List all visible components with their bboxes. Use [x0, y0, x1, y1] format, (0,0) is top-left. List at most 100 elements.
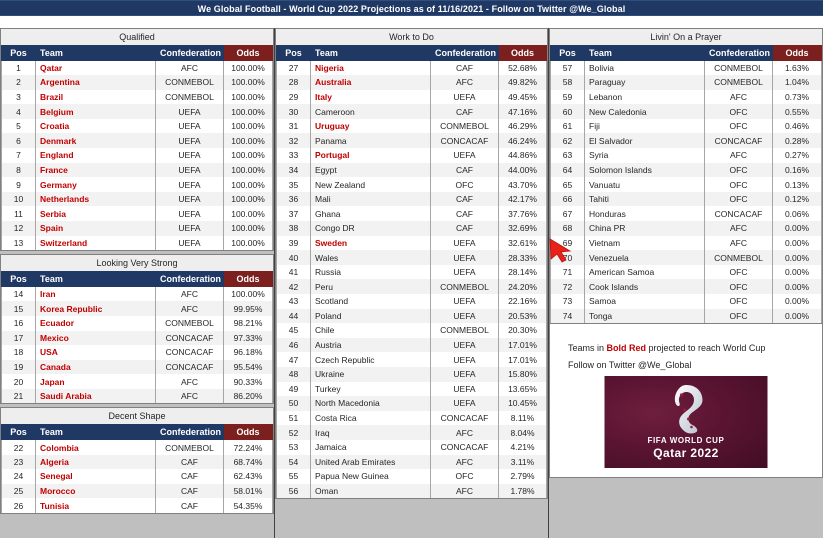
cell-position[interactable]: 50 [276, 396, 311, 411]
cell-odds[interactable]: 22.16% [498, 294, 547, 309]
cell-team[interactable]: Brazil [35, 89, 156, 105]
cell-confederation[interactable]: AFC [430, 425, 499, 440]
table-row[interactable]: 28 Australia AFC 49.82% [276, 75, 547, 90]
cell-confederation[interactable]: CONCACAF [430, 133, 499, 149]
cell-odds[interactable]: 32.61% [498, 235, 547, 251]
cell-confederation[interactable]: UEFA [155, 221, 224, 236]
table-row[interactable]: 26 Tunisia CAF 54.35% [1, 498, 273, 513]
cell-position[interactable]: 23 [1, 454, 36, 470]
col-header-odds[interactable]: Odds [223, 45, 273, 61]
cell-odds[interactable]: 13.65% [498, 381, 547, 397]
table-row[interactable]: 22 Colombia CONMEBOL 72.24% [1, 439, 273, 455]
table-row[interactable]: 53 Jamaica CONCACAF 4.21% [276, 439, 547, 455]
cell-odds[interactable]: 58.01% [223, 483, 273, 499]
cell-odds[interactable]: 0.00% [772, 221, 822, 236]
cell-team[interactable]: Portugal [310, 148, 431, 163]
table-row[interactable]: 15 Korea Republic AFC 99.95% [1, 301, 273, 316]
cell-odds[interactable]: 72.24% [223, 439, 273, 455]
table-row[interactable]: 2 Argentina CONMEBOL 100.00% [1, 75, 273, 90]
cell-confederation[interactable]: OFC [704, 118, 773, 134]
cell-confederation[interactable]: CAF [430, 221, 499, 236]
cell-odds[interactable]: 0.55% [772, 104, 822, 119]
cell-position[interactable]: 5 [1, 118, 36, 134]
cell-confederation[interactable]: UEFA [430, 235, 499, 251]
cell-position[interactable]: 4 [1, 104, 36, 119]
cell-odds[interactable]: 100.00% [223, 75, 273, 90]
cell-odds[interactable]: 28.33% [498, 250, 547, 265]
cell-confederation[interactable]: CONMEBOL [430, 118, 499, 134]
table-row[interactable]: 51 Costa Rica CONCACAF 8.11% [276, 410, 547, 426]
table-row[interactable]: 4 Belgium UEFA 100.00% [1, 104, 273, 119]
cell-position[interactable]: 26 [1, 498, 36, 513]
cell-odds[interactable]: 99.95% [223, 301, 273, 316]
cell-team[interactable]: North Macedonia [310, 396, 431, 411]
cell-odds[interactable]: 0.13% [772, 177, 822, 192]
table-row[interactable]: 18 USA CONCACAF 96.18% [1, 345, 273, 360]
table-row[interactable]: 48 Ukraine UEFA 15.80% [276, 366, 547, 382]
cell-odds[interactable]: 100.00% [223, 104, 273, 119]
cell-confederation[interactable]: OFC [704, 104, 773, 119]
cell-position[interactable]: 12 [1, 221, 36, 236]
cell-position[interactable]: 46 [276, 337, 311, 353]
table-row[interactable]: 43 Scotland UEFA 22.16% [276, 294, 547, 309]
cell-team[interactable]: Denmark [35, 133, 156, 149]
cell-odds[interactable]: 17.01% [498, 352, 547, 367]
cell-position[interactable]: 20 [1, 374, 36, 389]
cell-team[interactable]: Sweden [310, 235, 431, 251]
cell-position[interactable]: 6 [1, 133, 36, 149]
cell-odds[interactable]: 100.00% [223, 60, 273, 76]
table-row[interactable]: 68 China PR AFC 0.00% [550, 221, 822, 236]
cell-team[interactable]: Cook Islands [584, 279, 705, 294]
cell-team[interactable]: Vanuatu [584, 177, 705, 192]
cell-team[interactable]: United Arab Emirates [310, 454, 431, 470]
cell-odds[interactable]: 0.00% [772, 250, 822, 265]
table-row[interactable]: 20 Japan AFC 90.33% [1, 374, 273, 389]
cell-team[interactable]: Nigeria [310, 60, 431, 76]
cell-confederation[interactable]: CAF [430, 191, 499, 207]
cell-team[interactable]: Congo DR [310, 221, 431, 236]
cell-odds[interactable]: 49.82% [498, 75, 547, 90]
cell-confederation[interactable]: CONCACAF [155, 330, 224, 346]
table-row[interactable]: 49 Turkey UEFA 13.65% [276, 381, 547, 397]
cell-odds[interactable]: 54.35% [223, 498, 273, 513]
cell-position[interactable]: 56 [276, 483, 311, 499]
cell-odds[interactable]: 8.11% [498, 410, 547, 426]
cell-position[interactable]: 18 [1, 345, 36, 360]
cell-odds[interactable]: 62.43% [223, 469, 273, 484]
cell-team[interactable]: Canada [35, 359, 156, 375]
table-row[interactable]: 69 Vietnam AFC 0.00% [550, 235, 822, 251]
cell-position[interactable]: 52 [276, 425, 311, 440]
table-row[interactable]: 40 Wales UEFA 28.33% [276, 250, 547, 265]
cell-odds[interactable]: 1.04% [772, 75, 822, 90]
cell-confederation[interactable]: OFC [704, 191, 773, 207]
cell-team[interactable]: Serbia [35, 206, 156, 222]
table-row[interactable]: 50 North Macedonia UEFA 10.45% [276, 396, 547, 411]
cell-confederation[interactable]: UEFA [430, 337, 499, 353]
cell-team[interactable]: Peru [310, 279, 431, 294]
cell-confederation[interactable]: AFC [155, 388, 224, 404]
cell-team[interactable]: Costa Rica [310, 410, 431, 426]
cell-team[interactable]: USA [35, 345, 156, 360]
cell-team[interactable]: Iraq [310, 425, 431, 440]
table-row[interactable]: 6 Denmark UEFA 100.00% [1, 133, 273, 149]
table-row[interactable]: 31 Uruguay CONMEBOL 46.29% [276, 118, 547, 134]
table-row[interactable]: 1 Qatar AFC 100.00% [1, 60, 273, 76]
cell-position[interactable]: 64 [550, 162, 585, 178]
cell-position[interactable]: 21 [1, 388, 36, 404]
table-row[interactable]: 25 Morocco CAF 58.01% [1, 483, 273, 499]
cell-team[interactable]: Italy [310, 89, 431, 105]
cell-position[interactable]: 22 [1, 439, 36, 455]
cell-confederation[interactable]: UEFA [155, 191, 224, 207]
cell-position[interactable]: 1 [1, 60, 36, 76]
cell-confederation[interactable]: AFC [155, 286, 224, 302]
cell-odds[interactable]: 3.11% [498, 454, 547, 470]
table-row[interactable]: 72 Cook Islands OFC 0.00% [550, 279, 822, 294]
cell-team[interactable]: Japan [35, 374, 156, 389]
cell-team[interactable]: El Salvador [584, 133, 705, 149]
cell-position[interactable]: 27 [276, 60, 311, 76]
cell-position[interactable]: 70 [550, 250, 585, 265]
cell-team[interactable]: Croatia [35, 118, 156, 134]
table-row[interactable]: 71 American Samoa OFC 0.00% [550, 264, 822, 280]
cell-team[interactable]: Russia [310, 264, 431, 280]
cell-team[interactable]: Germany [35, 177, 156, 192]
